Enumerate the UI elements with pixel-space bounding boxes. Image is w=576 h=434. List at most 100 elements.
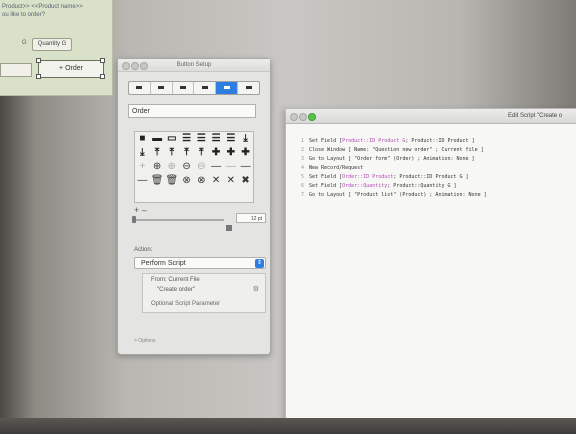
icon-option[interactable]: ✖ xyxy=(238,174,253,188)
style-icon-right[interactable] xyxy=(216,82,239,94)
script-step-text: Go to Layout [ "Order form" (Order) ; An… xyxy=(309,156,475,162)
icon-option[interactable] xyxy=(238,188,253,202)
action-select[interactable]: Perform Script ⇕ xyxy=(134,257,266,269)
icon-option[interactable]: ⊗ xyxy=(194,174,209,188)
script-step[interactable]: 3 Go to Layout [ "Order form" (Order) ; A… xyxy=(294,155,574,164)
optional-script-parameter[interactable]: Optional Script Parameter xyxy=(151,301,220,307)
script-step-text: ; Product::Quantity G ] xyxy=(387,183,457,189)
resize-handle[interactable] xyxy=(36,58,41,63)
order-button[interactable]: + Order xyxy=(38,60,104,78)
close-icon[interactable] xyxy=(290,113,298,121)
icon-option[interactable]: ⊖ xyxy=(194,160,209,174)
icon-option[interactable]: ☰ xyxy=(179,132,194,146)
icon-option[interactable]: + xyxy=(135,160,150,174)
minimize-icon[interactable] xyxy=(131,62,139,70)
icon-picker-grid: ■ ▬ ▭ ☰ ☰ ☰ ☰ ⤓ ⤓ ⤒ ⤒ ⤒ ⤒ ✚ ✚ ✚ + ⊕ ⊕ ⊖ ⊖ — — — — 🗑 🗑 ⊗ ⊗ ✕ ✕ ✖ xyxy=(134,131,254,203)
icon-option[interactable]: ■ xyxy=(135,132,150,146)
icon-top-icon xyxy=(201,86,208,89)
icon-option[interactable]: ✕ xyxy=(209,174,224,188)
icon-option[interactable]: 🗑 xyxy=(165,174,180,188)
icon-size-slider[interactable] xyxy=(134,219,224,221)
script-field-reference: Order::Quantity xyxy=(342,183,388,189)
action-select-value: Perform Script xyxy=(141,260,186,267)
icon-option[interactable]: ✕ xyxy=(224,174,239,188)
icon-option[interactable]: ⤓ xyxy=(238,132,253,146)
script-reference-box: From: Current File "Create order" ⚙ Opti… xyxy=(142,273,266,313)
style-icon-only[interactable] xyxy=(151,82,173,94)
script-step[interactable]: 2 Close Window [ Name: "Question new orde… xyxy=(294,146,574,155)
from-current-file-label: From: Current File xyxy=(151,277,200,283)
line-number: 5 xyxy=(300,174,304,180)
edit-script-icon[interactable]: ⚙ xyxy=(253,285,259,293)
icon-option[interactable]: ☰ xyxy=(194,132,209,146)
style-label-only[interactable] xyxy=(129,82,151,94)
resize-handle[interactable] xyxy=(100,58,105,63)
script-field-reference: Order::ID Product xyxy=(342,174,394,180)
style-icon-bottom[interactable] xyxy=(238,82,259,94)
icon-option[interactable] xyxy=(209,188,224,202)
line-number: 4 xyxy=(300,165,304,171)
button-setup-panel: Button Setup Order ■ ▬ ▭ ☰ ☰ ☰ ☰ ⤓ ⤓ ⤒ ⤒ ⤒ ⤒ ✚ ✚ ✚ + ⊕ ⊕ ⊖ ⊖… xyxy=(117,58,271,355)
close-icon[interactable] xyxy=(122,62,130,70)
icon-option[interactable]: ✚ xyxy=(209,146,224,160)
icon-option[interactable]: ☰ xyxy=(224,132,239,146)
icon-option[interactable]: — xyxy=(209,160,224,174)
resize-handle[interactable] xyxy=(100,74,105,79)
chevron-updown-icon[interactable]: ⇕ xyxy=(255,259,264,268)
icon-only-icon xyxy=(158,86,165,89)
icon-option[interactable] xyxy=(194,188,209,202)
icon-option[interactable]: ⤓ xyxy=(135,146,150,160)
zoom-icon[interactable] xyxy=(308,113,316,121)
script-step[interactable]: 5 Set Field [ Order::ID Product ; Product… xyxy=(294,173,574,182)
icon-size-field[interactable]: 12 pt xyxy=(236,213,266,223)
options-disclosure[interactable]: > Options xyxy=(134,338,156,344)
layout-canvas: Product>> <<Product name>> ou like to or… xyxy=(0,0,113,96)
script-step-text: Close Window [ Name: "Question new order… xyxy=(309,147,484,153)
icon-option[interactable]: 🗑 xyxy=(150,174,165,188)
icon-option[interactable] xyxy=(179,188,194,202)
icon-option[interactable]: ⊕ xyxy=(150,160,165,174)
zoom-icon[interactable] xyxy=(140,62,148,70)
icon-option[interactable]: ✚ xyxy=(238,146,253,160)
minimize-icon[interactable] xyxy=(299,113,307,121)
icon-option[interactable]: ⤒ xyxy=(165,146,180,160)
button-style-selector xyxy=(128,81,260,95)
line-number: 6 xyxy=(300,183,304,189)
script-step-text: ; Product::ID Product ] xyxy=(405,138,475,144)
icon-option[interactable]: ⤒ xyxy=(194,146,209,160)
icon-bottom-icon xyxy=(245,86,252,89)
icon-option[interactable]: ⊖ xyxy=(179,160,194,174)
script-step[interactable]: 1 Set Field [ Product::ID Product G ; Pro… xyxy=(294,137,574,146)
script-step[interactable]: 4 New Record/Request xyxy=(294,164,574,173)
icon-option[interactable]: — xyxy=(224,160,239,174)
script-step-text: Set Field [ xyxy=(309,138,343,144)
button-label-input[interactable]: Order xyxy=(128,104,256,118)
script-steps-list: 1 Set Field [ Product::ID Product G ; Pro… xyxy=(294,137,574,200)
icon-option[interactable] xyxy=(150,188,165,202)
icon-option[interactable]: ☰ xyxy=(209,132,224,146)
icon-option[interactable] xyxy=(135,188,150,202)
icon-option[interactable]: — xyxy=(135,174,150,188)
style-icon-top[interactable] xyxy=(194,82,217,94)
script-step[interactable]: 6 Set Field [ Order::Quantity ; Product::… xyxy=(294,182,574,191)
icon-option[interactable] xyxy=(224,188,239,202)
icon-option[interactable]: — xyxy=(238,160,253,174)
icon-size-large-icon xyxy=(226,225,232,231)
icon-option[interactable]: ⤒ xyxy=(179,146,194,160)
layout-field[interactable] xyxy=(0,63,32,77)
button-setup-titlebar: Button Setup xyxy=(118,59,270,72)
icon-add-remove[interactable]: + – xyxy=(134,205,147,215)
style-icon-left[interactable] xyxy=(173,82,195,94)
icon-option[interactable] xyxy=(165,188,180,202)
icon-option[interactable]: ⊗ xyxy=(179,174,194,188)
edit-script-titlebar: Edit Script "Create o xyxy=(286,109,576,124)
icon-option[interactable]: ▭ xyxy=(165,132,180,146)
icon-option[interactable]: ▬ xyxy=(150,132,165,146)
script-step[interactable]: 7 Go to Layout [ "Product list" (Product)… xyxy=(294,191,574,200)
icon-option[interactable]: ⊕ xyxy=(165,160,180,174)
quantity-field[interactable]: Quantity G xyxy=(32,38,72,51)
icon-option[interactable]: ✚ xyxy=(224,146,239,160)
icon-option[interactable]: ⤒ xyxy=(150,146,165,160)
resize-handle[interactable] xyxy=(36,74,41,79)
icon-size-slider-knob[interactable] xyxy=(132,216,136,223)
